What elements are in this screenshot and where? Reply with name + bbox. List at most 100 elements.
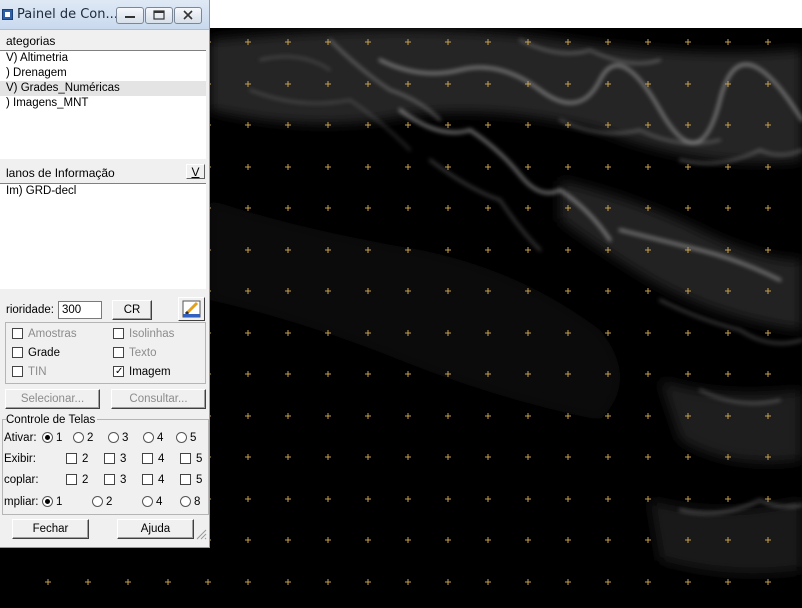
checkbox-box	[113, 347, 124, 358]
checkbox-box	[180, 453, 191, 464]
display-option[interactable]: 4	[142, 451, 164, 467]
checkbox-amostras[interactable]: Amostras	[12, 326, 77, 342]
color-palette-button[interactable]	[178, 297, 205, 321]
category-item[interactable]: V) Grades_Numéricas	[0, 81, 206, 96]
zoom-option[interactable]: 4	[142, 494, 162, 510]
display-option[interactable]: 2	[66, 451, 88, 467]
priority-input[interactable]: 300	[58, 301, 102, 319]
screen-control-title: Controle de Telas	[6, 412, 98, 428]
close-icon	[183, 10, 193, 20]
couple-option-label: 4	[158, 474, 165, 486]
couple-option[interactable]: 3	[104, 472, 126, 488]
activate-option[interactable]: 1	[42, 430, 62, 446]
checkbox-box	[113, 328, 124, 339]
checkbox-label: Imagem	[129, 366, 171, 378]
checkbox-label: Amostras	[28, 328, 77, 340]
activate-option-label: 5	[190, 432, 197, 444]
activate-option[interactable]: 5	[176, 430, 196, 446]
zoom-option-label: 8	[194, 496, 201, 508]
radio-circle	[42, 496, 53, 507]
minimize-icon	[125, 16, 135, 18]
checkbox-box	[12, 328, 23, 339]
checkbox-imagem[interactable]: Imagem	[113, 364, 171, 380]
activate-option[interactable]: 3	[108, 430, 128, 446]
checkbox-box	[66, 474, 77, 485]
activate-option-label: 1	[56, 432, 63, 444]
priority-label: rioridade:	[6, 304, 54, 316]
window-titlebar[interactable]: Painel de Con...	[0, 0, 209, 30]
radio-circle	[180, 496, 191, 507]
display-option-label: 3	[120, 453, 127, 465]
close-window-button[interactable]	[174, 7, 202, 24]
help-button[interactable]: Ajuda	[117, 519, 194, 539]
checkbox-box	[66, 453, 77, 464]
radio-circle	[92, 496, 103, 507]
resize-grip-icon[interactable]	[195, 528, 207, 540]
zoom-label: mpliar:	[4, 496, 39, 508]
couple-option[interactable]: 2	[66, 472, 88, 488]
couple-option[interactable]: 4	[142, 472, 164, 488]
checkbox-box	[113, 364, 124, 380]
checkbox-label: Isolinhas	[129, 328, 175, 340]
app-icon	[2, 9, 13, 20]
activate-option-label: 4	[157, 432, 164, 444]
display-option-label: 4	[158, 453, 165, 465]
category-item[interactable]: V) Altimetria	[0, 51, 206, 66]
checkbox-tin[interactable]: TIN	[12, 364, 47, 380]
activate-option[interactable]: 4	[143, 430, 163, 446]
checkbox-box	[104, 453, 115, 464]
checkbox-box	[12, 347, 23, 358]
window-title: Painel de Con...	[17, 7, 118, 22]
display-option-label: 2	[82, 453, 89, 465]
radio-circle	[143, 432, 154, 443]
activate-option[interactable]: 2	[73, 430, 93, 446]
couple-option-label: 2	[82, 474, 89, 486]
category-item[interactable]: ) Drenagem	[0, 66, 206, 81]
checkbox-box	[142, 453, 153, 464]
info-plane-item[interactable]: Im) GRD-decl	[0, 184, 206, 199]
checkbox-isolinhas[interactable]: Isolinhas	[113, 326, 174, 342]
display-option[interactable]: 5	[180, 451, 202, 467]
checkbox-label: Texto	[129, 347, 157, 359]
info-planes-list[interactable]: Im) GRD-decl	[0, 183, 206, 289]
display-option[interactable]: 3	[104, 451, 126, 467]
checkbox-label: Grade	[28, 347, 60, 359]
close-button[interactable]: Fechar	[12, 519, 89, 539]
pencil-palette-icon	[182, 300, 201, 318]
radio-circle	[73, 432, 84, 443]
visible-button[interactable]: V	[186, 164, 205, 179]
categories-list[interactable]: V) Altimetria ) Drenagem V) Grades_Numér…	[0, 50, 206, 159]
checkbox-box	[142, 474, 153, 485]
checkbox-box	[104, 474, 115, 485]
select-button[interactable]: Selecionar...	[5, 389, 100, 409]
radio-circle	[142, 496, 153, 507]
checkbox-box	[12, 366, 23, 377]
zoom-option[interactable]: 1	[42, 494, 62, 510]
maximize-icon	[153, 10, 165, 20]
radio-circle	[108, 432, 119, 443]
radio-circle	[42, 432, 53, 443]
activate-option-label: 2	[87, 432, 94, 444]
control-panel-window[interactable]: Painel de Con... ategorias V) Altimetria…	[0, 0, 210, 548]
checkbox-box	[180, 474, 191, 485]
checkbox-grade[interactable]: Grade	[12, 345, 60, 361]
display-label: Exibir:	[4, 453, 36, 465]
info-planes-header: lanos de Informação	[6, 166, 115, 180]
zoom-option[interactable]: 8	[180, 494, 200, 510]
couple-option-label: 5	[196, 474, 203, 486]
query-button[interactable]: Consultar...	[111, 389, 206, 409]
category-item[interactable]: ) Imagens_MNT	[0, 96, 206, 111]
maximize-button[interactable]	[145, 7, 173, 24]
radio-circle	[176, 432, 187, 443]
minimize-button[interactable]	[116, 7, 144, 24]
checkbox-label: TIN	[28, 366, 47, 378]
zoom-option[interactable]: 2	[92, 494, 112, 510]
activate-label: Ativar:	[4, 432, 37, 444]
zoom-option-label: 4	[156, 496, 163, 508]
checkbox-texto[interactable]: Texto	[113, 345, 157, 361]
couple-option[interactable]: 5	[180, 472, 202, 488]
zoom-option-label: 1	[56, 496, 63, 508]
zoom-option-label: 2	[106, 496, 113, 508]
cr-button[interactable]: CR	[112, 300, 152, 320]
couple-option-label: 3	[120, 474, 127, 486]
